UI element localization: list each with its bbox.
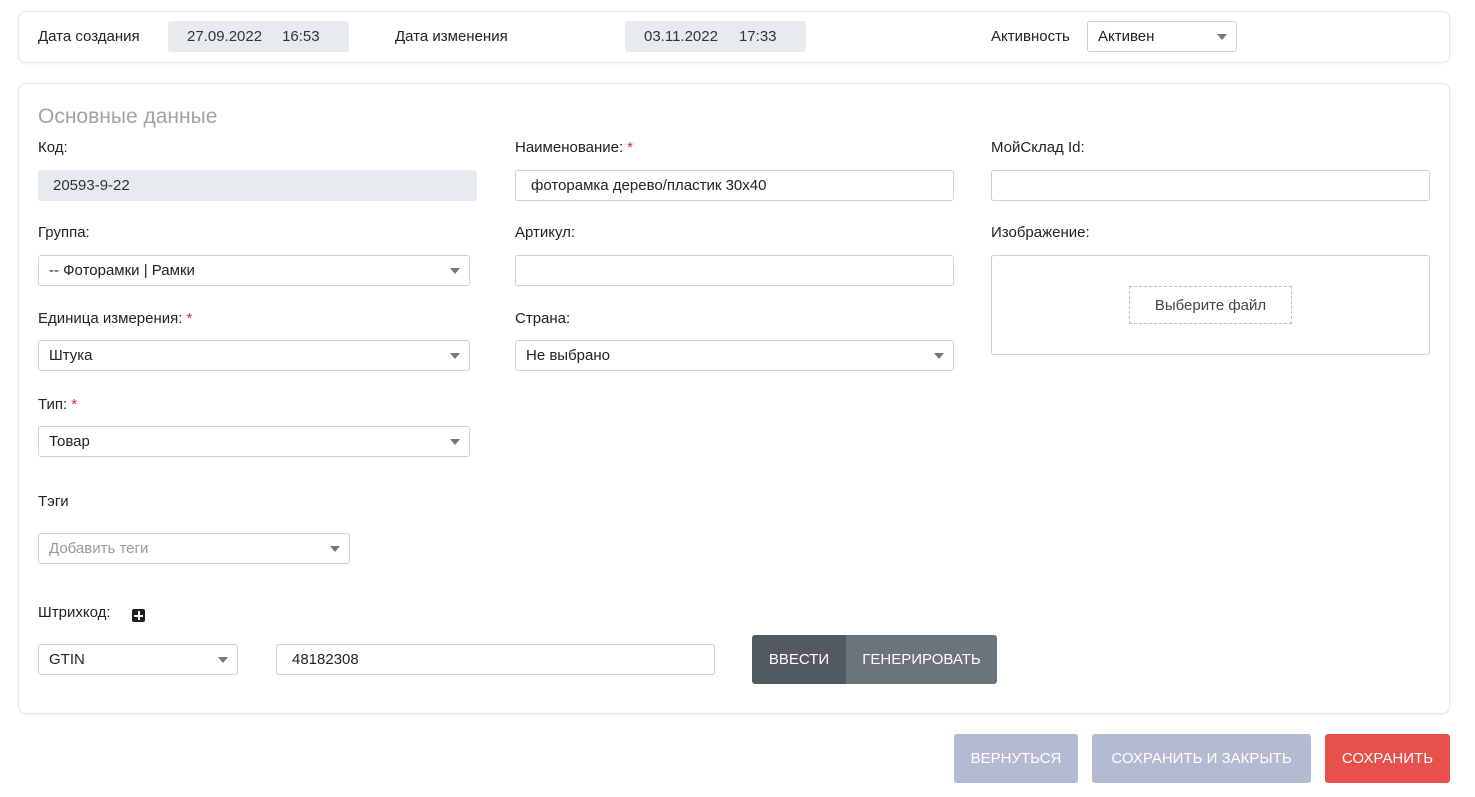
country-label: Страна:: [515, 310, 571, 327]
group-label: Группа:: [38, 224, 90, 241]
barcode-type-select[interactable]: GTIN: [38, 644, 238, 675]
activity-value: Активен: [1098, 28, 1155, 45]
created-date: 27.09.2022: [187, 28, 263, 45]
header-card: Дата создания 27.09.2022 16:53 Дата изме…: [18, 11, 1450, 63]
code-value: 20593-9-22: [53, 177, 130, 194]
name-label: Наименование: *: [515, 139, 633, 156]
modified-datetime: 03.11.2022 17:33: [625, 21, 806, 52]
unit-value: Штука: [49, 347, 93, 364]
barcode-label: Штрихкод:: [38, 604, 111, 621]
barcode-type-value: GTIN: [49, 651, 85, 668]
chevron-down-icon: [330, 546, 340, 552]
type-value: Товар: [49, 433, 90, 450]
created-label: Дата создания: [38, 28, 140, 45]
group-select[interactable]: -- Фоторамки | Рамки: [38, 255, 470, 286]
modified-label: Дата изменения: [395, 28, 508, 45]
save-button-label: СОХРАНИТЬ: [1341, 750, 1434, 767]
chevron-down-icon: [450, 268, 460, 274]
moysklad-label: МойСклад Id:: [991, 139, 1085, 156]
article-label: Артикул:: [515, 224, 576, 241]
created-datetime: 27.09.2022 16:53: [168, 21, 349, 52]
name-input[interactable]: фоторамка дерево/пластик 30х40: [515, 170, 954, 201]
image-dropzone[interactable]: Выберите файл: [991, 255, 1430, 355]
tags-placeholder: Добавить теги: [49, 540, 149, 557]
add-barcode-icon[interactable]: [132, 609, 145, 622]
moysklad-input[interactable]: [991, 170, 1430, 201]
required-mark: *: [71, 396, 78, 413]
enter-barcode-button[interactable]: ВВЕСТИ: [752, 635, 846, 684]
name-label-text: Наименование:: [515, 139, 624, 156]
required-mark: *: [186, 310, 193, 327]
barcode-input[interactable]: 48182308: [276, 644, 715, 675]
chevron-down-icon: [450, 439, 460, 445]
save-button[interactable]: СОХРАНИТЬ: [1325, 734, 1450, 783]
generate-button-label: ГЕНЕРИРОВАТЬ: [862, 651, 981, 668]
save-and-close-button[interactable]: СОХРАНИТЬ И ЗАКРЫТЬ: [1092, 734, 1311, 783]
type-label: Тип: *: [38, 396, 77, 413]
tags-label: Тэги: [38, 493, 69, 510]
chevron-down-icon: [218, 657, 228, 663]
created-time: 16:53: [282, 28, 320, 45]
choose-file-button[interactable]: Выберите файл: [1129, 286, 1292, 324]
unit-select[interactable]: Штука: [38, 340, 470, 371]
activity-select[interactable]: Активен: [1087, 21, 1237, 52]
back-button[interactable]: ВЕРНУТЬСЯ: [954, 734, 1078, 783]
unit-label-text: Единица измерения:: [38, 310, 183, 327]
modified-date: 03.11.2022: [644, 28, 718, 45]
main-card: Основные данные Код: 20593-9-22 Наименов…: [18, 83, 1450, 714]
unit-label: Единица измерения: *: [38, 310, 192, 327]
activity-label: Активность: [991, 28, 1070, 45]
modified-time: 17:33: [738, 28, 777, 45]
code-field: 20593-9-22: [38, 170, 477, 201]
back-button-label: ВЕРНУТЬСЯ: [970, 750, 1062, 767]
enter-button-label: ВВЕСТИ: [768, 651, 830, 668]
generate-barcode-button[interactable]: ГЕНЕРИРОВАТЬ: [846, 635, 997, 684]
article-input[interactable]: [515, 255, 954, 286]
choose-file-label: Выберите файл: [1154, 296, 1267, 314]
barcode-value: 48182308: [292, 651, 359, 668]
save-and-close-label: СОХРАНИТЬ И ЗАКРЫТЬ: [1111, 750, 1292, 767]
image-label: Изображение:: [991, 224, 1090, 241]
country-select[interactable]: Не выбрано: [515, 340, 954, 371]
name-value: фоторамка дерево/пластик 30х40: [531, 177, 767, 194]
code-label: Код:: [38, 139, 68, 156]
group-value: -- Фоторамки | Рамки: [49, 262, 195, 279]
section-title: Основные данные: [38, 105, 218, 128]
required-mark: *: [627, 139, 633, 156]
chevron-down-icon: [450, 353, 460, 359]
tags-select[interactable]: Добавить теги: [38, 533, 350, 564]
chevron-down-icon: [934, 353, 944, 359]
type-label-text: Тип:: [38, 396, 68, 413]
country-value: Не выбрано: [526, 347, 610, 364]
chevron-down-icon: [1217, 34, 1227, 40]
type-select[interactable]: Товар: [38, 426, 470, 457]
